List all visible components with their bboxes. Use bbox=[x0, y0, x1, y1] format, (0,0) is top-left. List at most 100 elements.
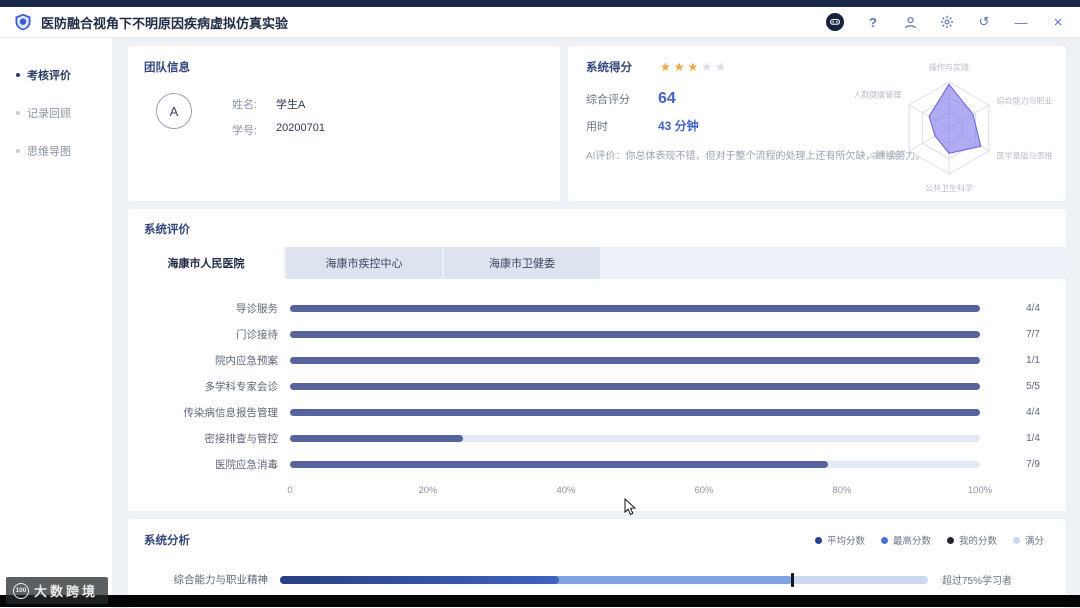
bullet-icon bbox=[16, 111, 20, 115]
bar-category-label: 门诊接待 bbox=[236, 328, 278, 341]
sidebar-item-assessment[interactable]: 考核评价 bbox=[0, 56, 112, 94]
bullet-icon bbox=[16, 149, 20, 153]
sidebar-item-label: 考核评价 bbox=[27, 70, 71, 82]
radar-axis-label: 操作与实践 bbox=[929, 62, 969, 72]
student-id-label: 学号: bbox=[232, 125, 258, 137]
name-field: 姓名: 学生A bbox=[232, 96, 325, 112]
score-card-title: 系统得分 bbox=[586, 62, 632, 74]
bar-track bbox=[290, 434, 980, 442]
sidebar-item-mindmap[interactable]: 思维导图 bbox=[0, 132, 112, 170]
bar-category-label: 导诊服务 bbox=[236, 302, 278, 315]
sidebar-item-label: 记录回顾 bbox=[27, 108, 71, 120]
legend-dot-icon bbox=[1012, 536, 1020, 544]
bar-score-value: 1/1 bbox=[1026, 354, 1040, 366]
help-icon[interactable]: ? bbox=[865, 14, 881, 30]
legend-item: 满分 bbox=[1012, 533, 1044, 547]
axis-tick-label: 60% bbox=[694, 485, 714, 496]
main-content: 团队信息 A 姓名: 学生A 学号: 20200701 系统得分 ★ ★ ★ ★… bbox=[112, 38, 1080, 608]
overall-score-label: 综合评分 bbox=[586, 94, 630, 106]
radar-axis-label: 卓越控制 bbox=[869, 151, 901, 161]
gear-icon[interactable] bbox=[939, 14, 955, 30]
analysis-bar bbox=[280, 572, 928, 587]
user-avatar-icon[interactable] bbox=[826, 13, 844, 31]
legend-dot-icon bbox=[880, 536, 888, 544]
star-filled-icon: ★ bbox=[673, 60, 685, 74]
legend-item: 我的分数 bbox=[946, 533, 997, 547]
legend-dot-icon bbox=[946, 536, 954, 544]
undo-icon[interactable]: ↺ bbox=[976, 14, 992, 30]
star-filled-icon: ★ bbox=[687, 60, 699, 74]
radar-chart: 操作与实践综合能力与职业医学基础与思维公共卫生科学 卓越控制 人群健康管理 bbox=[853, 62, 1052, 193]
bullet-icon bbox=[16, 73, 20, 77]
sidebar-item-label: 思维导图 bbox=[27, 146, 71, 158]
bar-row: 院内应急预案 1/1 bbox=[154, 347, 1040, 373]
team-info-card: 团队信息 A 姓名: 学生A 学号: 20200701 bbox=[128, 46, 560, 201]
bar-fill bbox=[290, 356, 980, 364]
legend-item: 平均分数 bbox=[814, 533, 865, 547]
bar-track bbox=[290, 356, 980, 364]
bar-row: 导诊服务 4/4 bbox=[154, 295, 1040, 321]
system-score-card: 系统得分 ★ ★ ★ ★ ★ 综合评分 64 用时 43 分钟 AI评价：你总体表现不错… bbox=[568, 46, 1066, 201]
sidebar-item-record-review[interactable]: 记录回顾 bbox=[0, 94, 112, 132]
name-value: 学生A bbox=[276, 99, 306, 111]
team-card-title: 团队信息 bbox=[144, 62, 190, 74]
percentile-note: 超过75%学习者 bbox=[942, 576, 1013, 587]
bar-track bbox=[290, 330, 980, 338]
bar-category-label: 院内应急预案 bbox=[215, 354, 278, 367]
evaluation-title: 系统评价 bbox=[144, 224, 190, 236]
bar-row: 多学科专家会诊 5/5 bbox=[154, 373, 1041, 399]
name-label: 姓名: bbox=[232, 99, 258, 111]
average-score-bar bbox=[280, 575, 559, 584]
bar-score-value: 7/9 bbox=[1026, 458, 1040, 470]
x-axis: 0 20% 40% 60% 80% 100% bbox=[154, 485, 1040, 503]
legend-item: 最高分数 bbox=[880, 533, 931, 547]
robot-face-icon bbox=[830, 19, 840, 25]
watermark-text: 大数跨境 bbox=[34, 584, 99, 599]
close-icon[interactable]: × bbox=[1050, 14, 1066, 31]
axis-tick-label: 40% bbox=[556, 485, 576, 496]
tab-cdc-center[interactable]: 海康市疾控中心 bbox=[286, 247, 442, 279]
bar-fill bbox=[290, 408, 980, 416]
legend-label: 最高分数 bbox=[892, 536, 931, 547]
axis-tick-label: 80% bbox=[832, 485, 852, 496]
radar-axis-label: 人群健康管理 bbox=[853, 90, 901, 100]
student-id-field: 学号: 20200701 bbox=[232, 122, 325, 138]
time-used-value: 43 分钟 bbox=[658, 119, 699, 133]
sidebar: 考核评价 记录回顾 思维导图 bbox=[0, 38, 112, 608]
stars: ★ ★ ★ ★ ★ bbox=[660, 61, 726, 73]
bar-score-value: 4/4 bbox=[1026, 302, 1040, 314]
radar-data-polygon bbox=[928, 83, 982, 154]
student-id-value: 20200701 bbox=[276, 122, 325, 134]
bar-category-label: 密接排查与管控 bbox=[204, 432, 279, 445]
axis-tick-label: 20% bbox=[418, 485, 438, 496]
bar-category-label: 传染病信息报告管理 bbox=[183, 406, 279, 419]
bottom-black-bar bbox=[0, 595, 1080, 607]
legend-label: 平均分数 bbox=[826, 536, 865, 547]
page-title: 医防融合视角下不明原因疾病虚拟仿真实验 bbox=[41, 15, 289, 31]
bar-fill bbox=[290, 330, 980, 338]
legend-dot-icon bbox=[814, 536, 822, 544]
minimize-icon[interactable]: — bbox=[1013, 14, 1029, 30]
overall-score-value: 64 bbox=[658, 90, 676, 107]
tab-health-commission[interactable]: 海康市卫健委 bbox=[444, 247, 600, 279]
analysis-row: 综合能力与职业精神 超过75%学习者 bbox=[144, 572, 1050, 587]
tab-peoples-hospital[interactable]: 海康市人民医院 bbox=[128, 247, 284, 279]
person-icon[interactable] bbox=[902, 14, 918, 30]
app-logo-icon bbox=[15, 13, 31, 31]
bar-fill bbox=[290, 434, 463, 442]
app-header: 医防融合视角下不明原因疾病虚拟仿真实验 ? ↺ — × bbox=[0, 7, 1080, 38]
bar-row: 医院应急消毒 7/9 bbox=[154, 451, 1040, 477]
bar-score-value: 4/4 bbox=[1026, 406, 1040, 418]
legend-label: 我的分数 bbox=[958, 536, 997, 547]
bar-fill bbox=[290, 382, 980, 390]
radar-axis-label: 公共卫生科学 bbox=[925, 183, 973, 193]
system-evaluation-card: 系统评价 海康市人民医院 海康市疾控中心 海康市卫健委 导诊服务 4/4 门诊接待 7… bbox=[128, 209, 1066, 511]
my-score-marker bbox=[790, 572, 794, 587]
bar-track bbox=[290, 408, 980, 416]
legend-label: 满分 bbox=[1024, 536, 1044, 547]
star-empty-icon: ★ bbox=[701, 60, 713, 74]
hospital-tabs: 海康市人民医院 海康市疾控中心 海康市卫健委 bbox=[128, 247, 1066, 279]
star-empty-icon: ★ bbox=[715, 60, 726, 74]
bar-score-value: 5/5 bbox=[1026, 380, 1040, 392]
axis-tick-label: 0 bbox=[287, 485, 293, 496]
